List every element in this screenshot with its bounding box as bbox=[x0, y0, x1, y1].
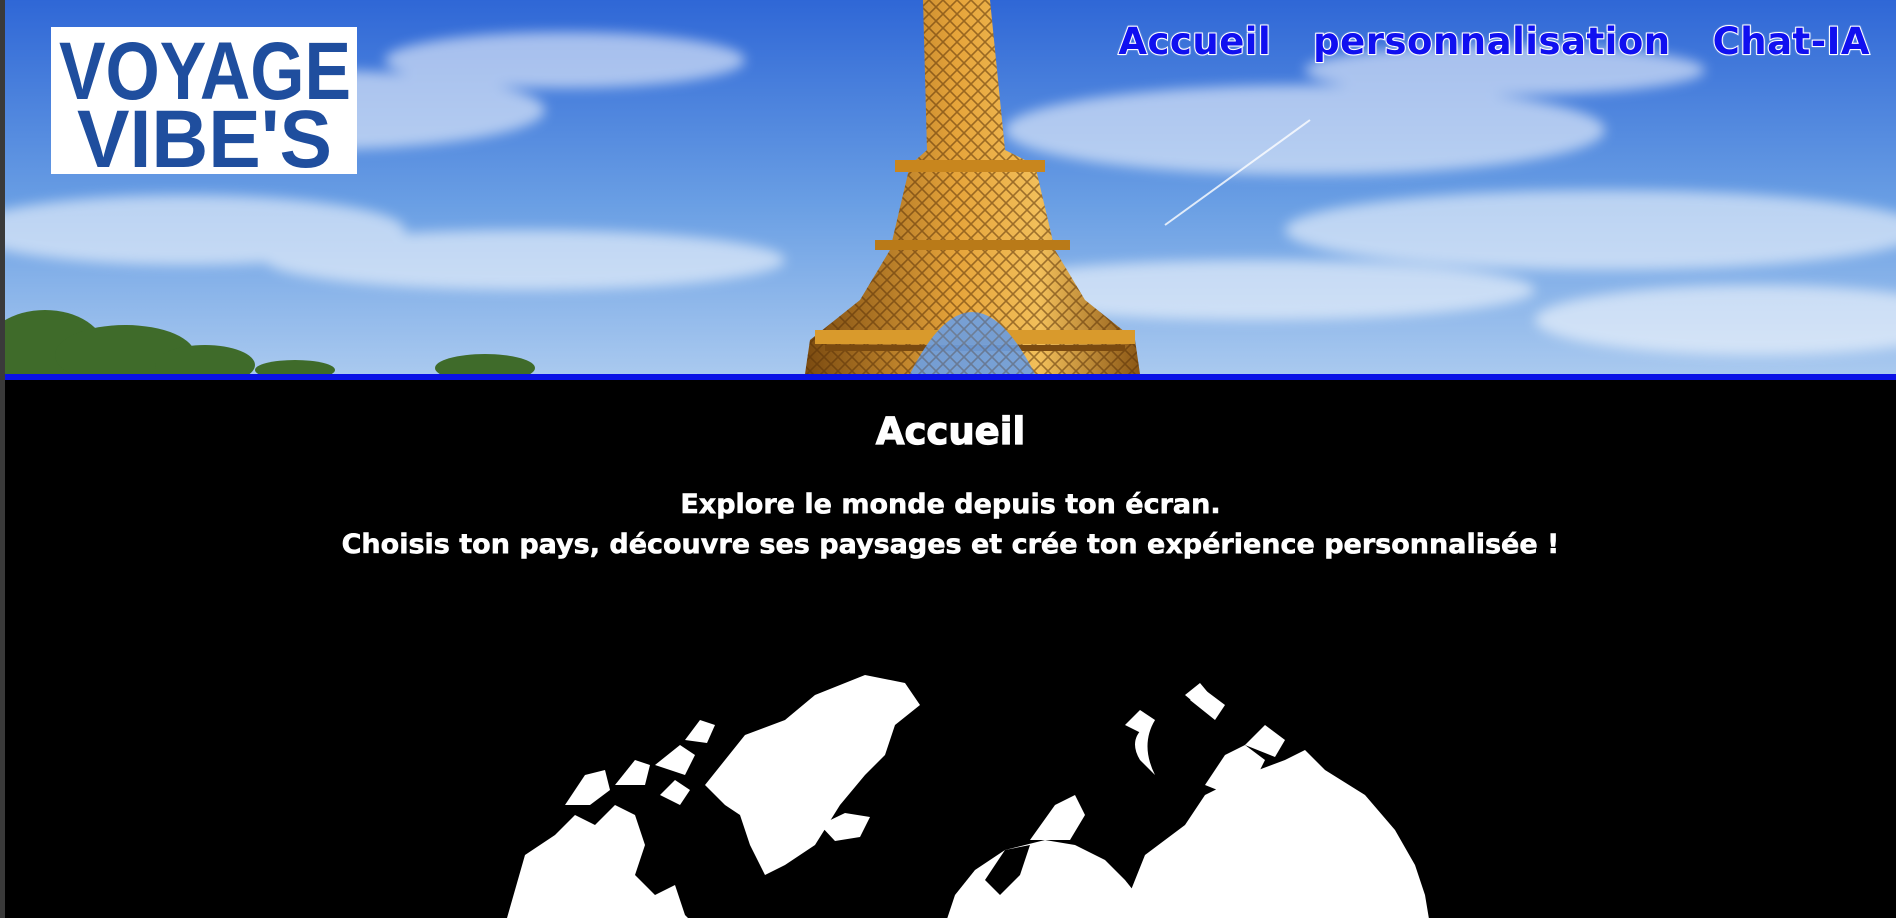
nav-link-chat-ia[interactable]: Chat-IA bbox=[1712, 19, 1871, 64]
main-nav: Accueil personnalisation Chat-IA bbox=[1117, 19, 1871, 64]
intro-line-2: Choisis ton pays, découvre ses paysages … bbox=[341, 529, 1560, 561]
intro-line-1: Explore le monde depuis ton écran. bbox=[680, 489, 1221, 521]
page-title: Accueil bbox=[875, 409, 1026, 453]
logo-text-line2: VIBE'S bbox=[77, 94, 332, 174]
logo[interactable]: VOYAGE VIBE'S bbox=[51, 27, 357, 174]
logo-graphic: VOYAGE VIBE'S bbox=[59, 27, 351, 174]
main-content: Accueil Explore le monde depuis ton écra… bbox=[5, 380, 1896, 918]
intro-text: Explore le monde depuis ton écran. Chois… bbox=[5, 485, 1896, 565]
hero-header: VOYAGE VIBE'S Accueil personnalisation C… bbox=[5, 0, 1896, 374]
nav-link-accueil[interactable]: Accueil bbox=[1117, 19, 1271, 64]
world-map-icon[interactable] bbox=[485, 665, 1445, 918]
nav-link-personnalisation[interactable]: personnalisation bbox=[1312, 19, 1671, 64]
page: VOYAGE VIBE'S Accueil personnalisation C… bbox=[5, 0, 1896, 918]
